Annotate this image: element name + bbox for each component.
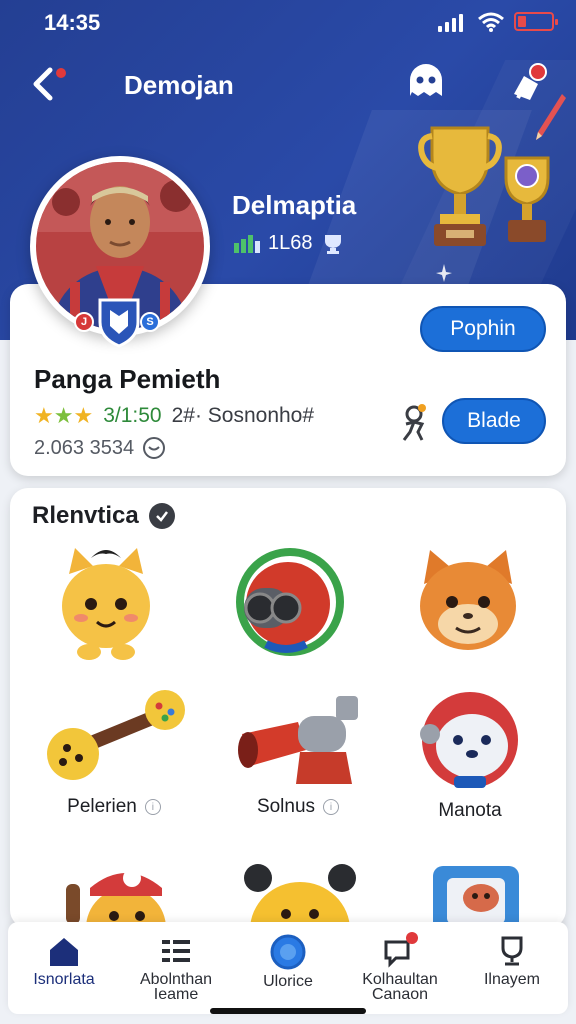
item-label: Solnus i	[208, 796, 388, 818]
notification-dot	[406, 932, 418, 944]
section-title: Rlenvtica	[32, 502, 175, 530]
back-button[interactable]	[28, 62, 68, 106]
trophy-small-icon	[324, 234, 341, 254]
bottom-tab-bar: Isnorlata Abolnthan Ieame Ulorice Kolhau…	[8, 922, 568, 1014]
player-name: Panga Pemieth	[34, 364, 221, 394]
tab-profile[interactable]: Ilnayem	[456, 922, 568, 1014]
info-icon[interactable]: i	[323, 799, 340, 815]
trophy-outline-icon	[501, 936, 523, 966]
signal-icon	[438, 14, 463, 32]
ghost-icon	[410, 64, 442, 96]
tab-label: Isnorlata	[33, 971, 95, 988]
circle-icon	[270, 934, 306, 970]
robot-dog-icon	[420, 692, 518, 788]
collection-item[interactable]	[378, 544, 558, 656]
stats-bars-icon	[234, 234, 260, 253]
info-icon[interactable]: i	[144, 799, 161, 815]
spark-icon	[436, 264, 452, 282]
collection-item[interactable]	[16, 544, 196, 662]
item-name: Pelerien	[67, 796, 137, 817]
tab-home[interactable]: Isnorlata	[8, 922, 120, 1014]
follow-button[interactable]: Pophin	[420, 306, 546, 352]
tab-label: Ilnayem	[483, 971, 541, 988]
badge-right: S	[140, 312, 160, 332]
collection-item[interactable]	[386, 858, 566, 928]
bear-mascot-icon	[244, 864, 356, 928]
home-indicator	[210, 1008, 366, 1014]
trophy-orb-icon	[504, 156, 550, 242]
star-icon: ★	[34, 403, 54, 428]
cannon-icon	[238, 696, 358, 784]
meta-row: 2.063 3534	[34, 436, 166, 460]
meta-text: 2.063 3534	[34, 436, 135, 459]
pet-box-icon	[433, 866, 519, 928]
ghost-button[interactable]	[406, 62, 446, 102]
star-rating: ★ ★ ★	[34, 405, 93, 427]
club-crest-icon	[98, 298, 140, 348]
badge-left: J	[74, 312, 94, 332]
item-label: Pelerien i	[24, 796, 204, 818]
list-icon	[162, 940, 190, 962]
collection-item[interactable]	[198, 544, 378, 662]
rating-row: ★ ★ ★ 3/1:50 2#· Sosnonho#	[34, 404, 314, 428]
item-label: Manota	[380, 800, 560, 822]
wifi-icon	[478, 12, 504, 32]
cat-cap-icon	[66, 869, 166, 928]
collection-item[interactable]: Manota	[380, 688, 560, 822]
collection-card: Rlenvtica Pelerien i Solnus i Manota	[10, 488, 566, 928]
hero-stats: 1L68	[234, 232, 345, 255]
item-name: Solnus	[256, 796, 316, 817]
chat-bubble-icon	[143, 437, 166, 459]
tab-list[interactable]: Abolnthan Ieame	[120, 922, 232, 1014]
collection-item[interactable]: Pelerien i	[24, 688, 204, 818]
star-icon: ★	[73, 403, 94, 428]
tab-chat[interactable]: Kolhaultan Canaon	[344, 922, 456, 1014]
rattle-bone-icon	[47, 690, 185, 780]
item-name: Manota	[438, 800, 502, 821]
gas-mask-helmet-icon	[236, 548, 344, 656]
collection-title: Rlenvtica	[32, 502, 139, 529]
trade-figure-icon[interactable]	[396, 402, 430, 442]
hero-name: Delmaptia	[232, 190, 357, 220]
tab-label: Ulorice	[263, 973, 313, 990]
trophy-icon	[418, 126, 502, 246]
collection-item[interactable]: Solnus i	[208, 688, 388, 818]
rating-score: 3/1:50	[103, 404, 162, 427]
collection-item[interactable]	[30, 858, 210, 928]
tab-label: Kolhaultan Canaon	[362, 971, 438, 1003]
page-title: Demojan	[124, 70, 234, 100]
star-icon: ★	[53, 403, 74, 428]
notification-dot	[56, 68, 66, 78]
fox-mascot-icon	[420, 550, 516, 650]
rating-tag: 2#· Sosnonho#	[171, 404, 315, 427]
tab-label: Abolnthan Ieame	[139, 971, 213, 1003]
cat-mascot-icon	[62, 548, 150, 660]
hero-stat-value: 1L68	[268, 232, 313, 254]
status-time: 14:35	[44, 10, 101, 35]
pencil-icon	[536, 94, 566, 140]
verified-icon	[148, 503, 175, 529]
collection-item[interactable]	[210, 858, 390, 928]
tab-center[interactable]: Ulorice	[232, 922, 344, 1014]
battery-icon	[514, 12, 558, 31]
chevron-left-icon	[33, 67, 53, 101]
status-bar: 14:35	[0, 0, 576, 46]
trade-button[interactable]: Blade	[442, 398, 546, 444]
home-icon	[50, 938, 78, 966]
